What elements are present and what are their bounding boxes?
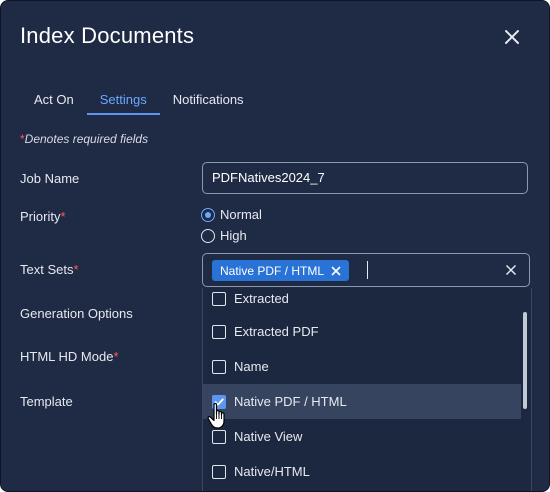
required-note-text: Denotes required fields — [24, 132, 149, 146]
priority-label: Priority* — [20, 209, 66, 224]
required-fields-note: *Denotes required fields — [20, 132, 148, 146]
option-native-pdf-html[interactable]: Native PDF / HTML — [203, 384, 521, 419]
text-sets-label-text: Text Sets — [20, 262, 74, 277]
job-name-label: Job Name — [20, 171, 79, 186]
hand-pointer-icon — [207, 402, 225, 429]
html-hd-mode-required-star: * — [113, 349, 119, 364]
job-name-label-text: Job Name — [20, 171, 80, 186]
option-extracted[interactable]: Extracted — [203, 288, 521, 316]
checkbox[interactable] — [212, 324, 226, 339]
option-label: Native PDF / HTML — [234, 394, 347, 409]
text-caret — [367, 261, 368, 279]
tab-act-on[interactable]: Act On — [21, 89, 87, 115]
priority-required-star: * — [60, 209, 66, 224]
chip-label: Native PDF / HTML — [220, 263, 325, 278]
checkbox[interactable] — [212, 359, 226, 374]
html-hd-mode-label: HTML HD Mode* — [20, 349, 119, 364]
priority-normal-label: Normal — [220, 207, 262, 222]
option-label: Extracted — [234, 291, 289, 306]
option-label: Name — [234, 359, 269, 374]
option-label: Extracted PDF — [234, 324, 319, 339]
text-sets-required-star: * — [73, 262, 79, 277]
dialog-title: Index Documents — [20, 23, 195, 48]
option-label: Native View — [234, 429, 303, 444]
chip-remove-icon[interactable] — [331, 265, 341, 276]
checkbox[interactable] — [212, 291, 226, 306]
tab-notifications[interactable]: Notifications — [160, 89, 257, 115]
text-sets-dropdown[interactable]: Extracted Extracted PDF Name Native PDF … — [202, 288, 532, 491]
radio-button-checked[interactable] — [201, 207, 215, 222]
job-name-input[interactable]: PDFNatives2024_7 — [202, 162, 528, 194]
text-sets-label: Text Sets* — [20, 262, 79, 277]
option-native-view[interactable]: Native View — [203, 419, 521, 454]
option-native-html[interactable]: Native/HTML — [203, 454, 521, 489]
index-documents-dialog: Index Documents Act On Settings Notifica… — [0, 0, 550, 492]
priority-high-label: High — [220, 228, 247, 243]
tab-settings[interactable]: Settings — [86, 89, 160, 115]
priority-label-text: Priority — [20, 209, 61, 224]
html-hd-mode-label-text: HTML HD Mode — [20, 349, 114, 364]
priority-radio-high[interactable]: High — [201, 228, 247, 243]
option-extracted-pdf[interactable]: Extracted PDF — [203, 314, 521, 349]
option-name[interactable]: Name — [203, 349, 521, 384]
dropdown-scrollbar[interactable] — [523, 312, 527, 409]
checkbox[interactable] — [212, 429, 226, 444]
option-label: Native/HTML — [234, 464, 310, 479]
clear-selection-icon[interactable] — [505, 264, 517, 276]
priority-radio-normal[interactable]: Normal — [201, 207, 262, 222]
template-label: Template — [20, 394, 73, 409]
generation-options-label: Generation Options — [20, 306, 133, 321]
text-sets-select[interactable]: Native PDF / HTML — [202, 253, 530, 287]
checkbox[interactable] — [212, 464, 226, 479]
close-icon — [505, 30, 519, 44]
selected-chip: Native PDF / HTML — [212, 260, 350, 281]
radio-button[interactable] — [201, 228, 215, 243]
tab-bar: Act On Settings Notifications — [21, 89, 257, 119]
close-button[interactable] — [501, 26, 523, 48]
